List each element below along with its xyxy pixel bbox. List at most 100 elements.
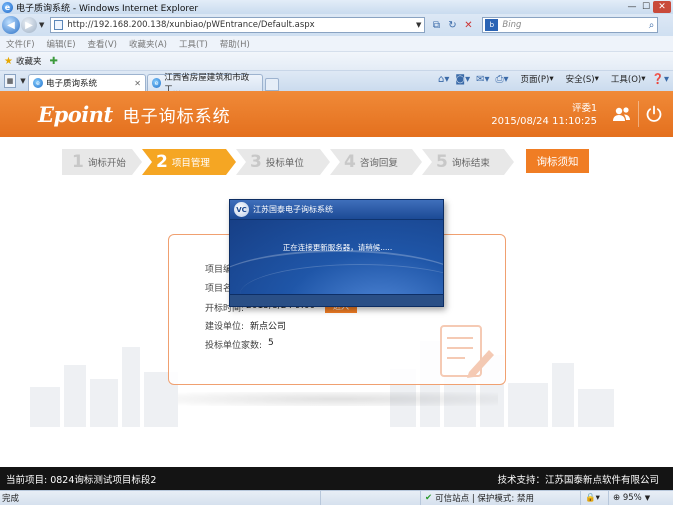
search-input[interactable]: b Bing ⌕ bbox=[482, 17, 659, 33]
user-info: 评委1 2015/08/24 11:10:25 bbox=[491, 100, 597, 127]
minimize-icon[interactable]: — bbox=[625, 1, 639, 13]
menu-favorites[interactable]: 收藏夹(A) bbox=[129, 38, 167, 50]
refresh-icon[interactable]: ↻ bbox=[444, 17, 460, 33]
address-tools: ⧉ ↻ ✕ bbox=[428, 17, 476, 33]
window-controls: — ☐ ✕ bbox=[625, 1, 671, 13]
project-code-row: 项目编 bbox=[205, 262, 232, 275]
favorites-bar: ★ 收藏夹 ✚ bbox=[0, 52, 673, 71]
builder-row: 建设单位: 新点公司 bbox=[205, 319, 286, 332]
tab-other[interactable]: e 江西省房屋建筑和市政工... bbox=[147, 73, 263, 95]
url-dropdown-icon[interactable]: ▼ bbox=[416, 21, 421, 29]
add-favorite-icon[interactable]: ✚ bbox=[49, 56, 57, 67]
quick-tabs-icon[interactable]: ▦ bbox=[4, 74, 16, 88]
status-done: 完成 bbox=[2, 494, 20, 504]
step-end[interactable]: 5 询标结束 bbox=[422, 149, 514, 175]
users-icon[interactable] bbox=[611, 104, 633, 124]
favorites-button[interactable]: 收藏夹 bbox=[16, 55, 42, 67]
app-footer: 当前项目: 0824询标测试项目标段2 技术支持：江苏国泰新点软件有限公司 bbox=[0, 467, 673, 490]
step-label: 询标结束 bbox=[451, 158, 490, 169]
home-icon[interactable]: ⌂▾ bbox=[438, 74, 449, 85]
status-empty-seg bbox=[320, 490, 400, 505]
current-datetime: 2015/08/24 11:10:25 bbox=[491, 116, 597, 127]
compat-view-icon[interactable]: ⧉ bbox=[428, 17, 444, 33]
step-consult-reply[interactable]: 4 咨询回复 bbox=[330, 149, 422, 175]
project-name-row: 项目名 bbox=[205, 281, 232, 294]
header-divider bbox=[638, 101, 639, 127]
progress-steps: 1 询标开始 2 项目管理 3 投标单位 4 咨询回复 5 询标结束 bbox=[62, 149, 514, 175]
history-dropdown-icon[interactable]: ▼ bbox=[39, 21, 44, 29]
app-logo-icon: VC bbox=[234, 202, 249, 217]
project-code-label: 项目编 bbox=[205, 265, 233, 275]
tools-menu[interactable]: 工具(O) ▾ bbox=[605, 73, 646, 85]
dialog-message: 正在连接更新服务器，请稍候..... bbox=[282, 243, 393, 252]
window-titlebar: e 电子质询系统 - Windows Internet Explorer — ☐… bbox=[0, 0, 673, 14]
app-header: Epoint 电子询标系统 评委1 2015/08/24 11:10:25 bbox=[0, 91, 673, 137]
user-name: 评委1 bbox=[571, 103, 597, 114]
tech-support: 技术支持：江苏国泰新点软件有限公司 bbox=[497, 474, 659, 486]
tab-current[interactable]: e 电子质询系统 ✕ bbox=[28, 74, 146, 91]
step-label: 项目管理 bbox=[171, 158, 210, 169]
tab-favicon-icon: e bbox=[33, 78, 43, 88]
bing-logo-icon: b bbox=[485, 19, 499, 31]
tab-favicon-icon: e bbox=[152, 78, 162, 88]
back-arrow-icon[interactable]: ◀ bbox=[2, 16, 20, 34]
bid-notice-button[interactable]: 询标须知 bbox=[526, 149, 589, 173]
print-icon[interactable]: ⎙▾ bbox=[496, 74, 509, 85]
bidder-count-label: 投标单位家数: bbox=[205, 341, 263, 351]
step-label: 询标开始 bbox=[87, 158, 126, 169]
forward-arrow-icon[interactable]: ▶ bbox=[21, 17, 37, 33]
url-text: http://192.168.200.138/xunbiao/pWEntranc… bbox=[67, 20, 315, 30]
command-bar: ⌂▾ ◙▾ ✉▾ ⎙▾ 页面(P) ▾ 安全(S) ▾ 工具(O) ▾ ❓▾ bbox=[432, 73, 669, 86]
help-icon[interactable]: ❓▾ bbox=[652, 74, 669, 85]
dialog-title: 江苏国泰电子询标系统 bbox=[253, 205, 333, 214]
zoom-control[interactable]: ⊕ 95% ▼ bbox=[608, 490, 650, 505]
current-project: 当前项目: 0824询标测试项目标段2 bbox=[6, 474, 157, 486]
panel-shadow bbox=[178, 392, 498, 406]
search-placeholder: Bing bbox=[502, 20, 522, 30]
search-icon[interactable]: ⌕ bbox=[649, 20, 655, 31]
zoom-dropdown-icon[interactable]: ▼ bbox=[645, 494, 650, 502]
ie-logo-icon: e bbox=[2, 1, 13, 13]
check-icon: ✔ bbox=[425, 493, 433, 503]
tab-label: 电子质询系统 bbox=[46, 79, 98, 89]
builder-label: 建设单位: bbox=[205, 322, 245, 332]
menu-edit[interactable]: 编辑(E) bbox=[47, 38, 76, 50]
url-input[interactable]: http://192.168.200.138/xunbiao/pWEntranc… bbox=[50, 17, 426, 33]
dialog-titlebar[interactable]: VC 江苏国泰电子询标系统 bbox=[230, 200, 443, 220]
step-label: 咨询回复 bbox=[359, 158, 398, 169]
menu-tools[interactable]: 工具(T) bbox=[179, 38, 208, 50]
bidder-count-row: 投标单位家数: 5 bbox=[205, 338, 274, 351]
security-icon[interactable]: 🔒▾ bbox=[580, 490, 600, 505]
tab-close-icon[interactable]: ✕ bbox=[134, 79, 141, 88]
epoint-logo: Epoint bbox=[38, 101, 113, 127]
page-menu[interactable]: 页面(P) ▾ bbox=[515, 73, 554, 85]
tab-list-icon[interactable]: ▼ bbox=[18, 74, 28, 88]
step-bidders[interactable]: 3 投标单位 bbox=[236, 149, 330, 175]
dialog-footer bbox=[230, 294, 443, 306]
dialog-body: 正在连接更新服务器，请稍候..... bbox=[230, 220, 443, 296]
menu-view[interactable]: 查看(V) bbox=[88, 38, 117, 50]
document-edit-icon bbox=[440, 325, 494, 378]
project-name-label: 项目名 bbox=[205, 284, 233, 294]
stop-icon[interactable]: ✕ bbox=[460, 17, 476, 33]
power-icon[interactable] bbox=[643, 104, 665, 124]
maximize-icon[interactable]: ☐ bbox=[639, 1, 653, 13]
step-start[interactable]: 1 询标开始 bbox=[62, 149, 142, 175]
step-project-management[interactable]: 2 项目管理 bbox=[142, 149, 236, 175]
trusted-zone[interactable]: ✔ 可信站点 | 保护模式: 禁用 bbox=[420, 490, 534, 505]
feeds-icon[interactable]: ◙▾ bbox=[455, 74, 470, 85]
favorites-star-icon[interactable]: ★ bbox=[4, 56, 13, 67]
page-icon bbox=[54, 20, 64, 30]
step-label: 投标单位 bbox=[265, 158, 304, 169]
menu-bar: 文件(F) 编辑(E) 查看(V) 收藏夹(A) 工具(T) 帮助(H) bbox=[0, 36, 673, 52]
menu-file[interactable]: 文件(F) bbox=[6, 38, 35, 50]
close-icon[interactable]: ✕ bbox=[653, 1, 671, 13]
update-dialog[interactable]: VC 江苏国泰电子询标系统 正在连接更新服务器，请稍候..... bbox=[229, 199, 444, 307]
menu-help[interactable]: 帮助(H) bbox=[220, 38, 250, 50]
mail-icon[interactable]: ✉▾ bbox=[476, 74, 489, 85]
new-tab-button[interactable] bbox=[265, 78, 279, 91]
app-title: 电子询标系统 bbox=[122, 106, 231, 127]
bidder-count-value: 5 bbox=[268, 338, 274, 348]
safety-menu[interactable]: 安全(S) ▾ bbox=[560, 73, 599, 85]
address-bar: ◀ ▶ ▼ http://192.168.200.138/xunbiao/pWE… bbox=[0, 14, 673, 36]
